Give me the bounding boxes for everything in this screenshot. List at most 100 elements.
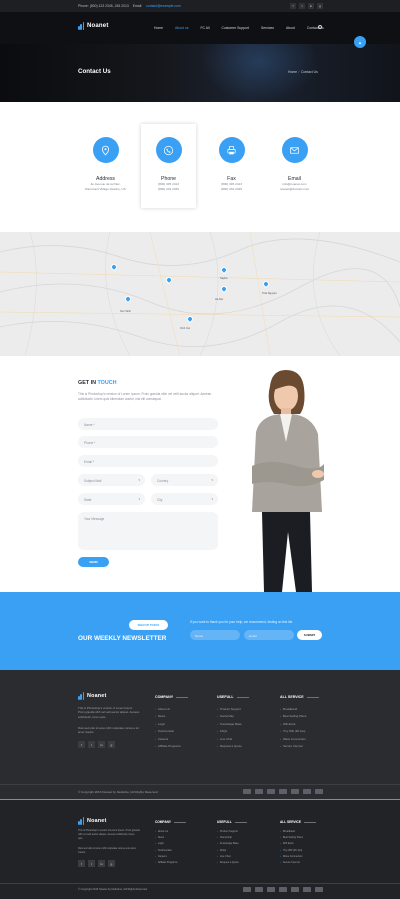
send-button[interactable]: SEND: [78, 557, 109, 567]
footer-heading-company: COMPANY: [155, 695, 188, 699]
map-label: Vinh Yen: [180, 327, 191, 330]
search-icon[interactable]: [318, 25, 322, 29]
map-label: Thai Nguyen: [262, 292, 277, 295]
woman-photo: [252, 370, 324, 592]
topbar-phone: Phone: (800) 123 2345, 245 2013: [78, 4, 129, 8]
linkedin-icon[interactable]: in: [308, 3, 314, 9]
footer-link[interactable]: Wifi Extra: [280, 721, 306, 728]
logo-mark-icon: [78, 692, 85, 700]
logo-text: Noanet: [87, 23, 109, 29]
footer-link[interactable]: Product Support: [217, 706, 242, 713]
footer-link[interactable]: Request a Quote: [217, 860, 239, 866]
footer-social: f t in g: [78, 741, 115, 748]
footer-link[interactable]: Tiny Wifi (90 Jan): [280, 728, 306, 735]
footer-logo[interactable]: Noanet: [78, 817, 106, 825]
nav-item-customer-support[interactable]: Customer Support: [221, 26, 249, 30]
map-label: Ha Noi: [215, 298, 223, 301]
google-icon[interactable]: g: [317, 3, 323, 9]
subject-select[interactable]: Subject Mail: [78, 474, 145, 486]
paypal-icon: [267, 887, 275, 892]
facebook-icon[interactable]: f: [78, 741, 85, 748]
map-label: Sapha: [220, 277, 228, 280]
visa-icon: [243, 789, 251, 794]
footer-link[interactable]: About Us: [155, 706, 181, 713]
footer-link[interactable]: Affiliate Programs: [155, 860, 178, 866]
card-line: Rammant Village Destiny, US: [85, 186, 126, 191]
twitter-icon[interactable]: t: [299, 3, 305, 9]
footer-list-company: About Us News Login Testimonials Careers…: [155, 706, 181, 750]
name-field[interactable]: Name *: [78, 418, 218, 430]
footer-heading-usefull: USEFULL: [217, 820, 247, 824]
footer-about-2: Duis sed odio sit amet nibh vulputate cu…: [78, 847, 136, 854]
nav-item-home[interactable]: Home: [154, 26, 163, 30]
country-select[interactable]: Country: [151, 474, 218, 486]
phone-field[interactable]: Phone *: [78, 436, 218, 448]
state-select[interactable]: State: [78, 493, 145, 505]
footer-link[interactable]: Best Selling Plans: [280, 713, 306, 720]
nav-item-about-us[interactable]: About us: [175, 26, 188, 30]
linkedin-icon[interactable]: in: [98, 860, 105, 867]
footer-link[interactable]: Ownership: [217, 713, 242, 720]
fax-icon: [218, 137, 245, 163]
message-textarea[interactable]: Your Message: [78, 512, 218, 550]
footer-link[interactable]: Knowledge Base: [217, 721, 242, 728]
contact-form-title-b: TOUCH: [97, 380, 117, 386]
email-field[interactable]: Email *: [78, 455, 218, 467]
footer-link[interactable]: Request a Quote: [217, 743, 242, 750]
breadcrumb-home[interactable]: Home: [288, 70, 297, 74]
footer-link[interactable]: Wave Connection: [280, 736, 306, 743]
map-pin-icon: [92, 137, 119, 163]
footer-link[interactable]: Testimonials: [155, 728, 181, 735]
scroll-top-button[interactable]: ▲: [354, 36, 366, 48]
address-card: Address 4e Avenue de la Paix, Rammant Vi…: [78, 124, 133, 208]
breadcrumb: Home / Contact Us: [288, 70, 318, 74]
newsletter-name-input[interactable]: Name: [190, 630, 240, 640]
twitter-icon[interactable]: t: [88, 741, 95, 748]
footer-link[interactable]: Login: [155, 721, 181, 728]
footer-link[interactable]: Live Chat: [217, 736, 242, 743]
topbar-email-label: Email:: [132, 4, 143, 8]
city-select[interactable]: City: [151, 493, 218, 505]
logo[interactable]: Noanet: [78, 22, 109, 30]
twitter-icon[interactable]: t: [88, 860, 95, 867]
phone-card: Phone (800) 345 2413 (800) 234 2345: [141, 124, 196, 208]
newsletter-submit-button[interactable]: SUBMIT: [297, 630, 322, 640]
footer-about: This is Photoshop's version of Lorem Ips…: [78, 829, 140, 840]
amex-icon: [279, 887, 287, 892]
card-line: (800) 234 2345: [158, 186, 179, 191]
google-icon[interactable]: g: [108, 860, 115, 867]
footer-link[interactable]: News: [155, 713, 181, 720]
footer-link[interactable]: FAQs: [217, 728, 242, 735]
visa-icon: [243, 887, 251, 892]
card-icon: [315, 887, 323, 892]
footer-link[interactable]: Broadband: [280, 706, 306, 713]
nav-item-fc-all[interactable]: FC All: [200, 26, 209, 30]
facebook-icon[interactable]: f: [78, 860, 85, 867]
footer-link[interactable]: Secure Internet: [280, 743, 306, 750]
google-icon[interactable]: g: [108, 741, 115, 748]
signup-badge: SIGN UP TODAY: [129, 620, 168, 630]
map-terrain: [0, 232, 400, 356]
topbar-email[interactable]: contact@example.com: [146, 4, 181, 8]
footer-logo-text: Noanet: [87, 693, 107, 699]
footer-link[interactable]: Careers: [155, 736, 181, 743]
footer-link[interactable]: Tiny Wifi (90 Jan): [280, 848, 303, 854]
footer-link[interactable]: Affiliate Programs: [155, 743, 181, 750]
maestro-icon: [303, 887, 311, 892]
footer-logo-text: Noanet: [87, 818, 107, 824]
footer-list-company: About Us News Login Testimonials Careers…: [155, 829, 178, 866]
site-footer: [0, 670, 400, 799]
card-line[interactable]: noanet@domain.com: [267, 187, 322, 192]
location-map[interactable]: Son Tanh Sapha Vinh Yen Thai Nguyen Ha N…: [0, 232, 400, 356]
footer-link[interactable]: Secure Internet: [280, 860, 303, 866]
facebook-icon[interactable]: f: [290, 3, 296, 9]
nav-item-services[interactable]: Services: [261, 26, 274, 30]
contact-form-title-a: GET IN: [78, 380, 98, 386]
phone-icon: [155, 137, 182, 163]
linkedin-icon[interactable]: in: [98, 741, 105, 748]
footer-link[interactable]: Knowledge Base: [217, 841, 239, 847]
nav-item-about[interactable]: About: [286, 26, 295, 30]
footer-logo[interactable]: Noanet: [78, 692, 106, 700]
newsletter-email-input[interactable]: Email: [244, 630, 294, 640]
copyright: © Copyright 2016 Noanet by Nedarine | Al…: [78, 888, 148, 891]
